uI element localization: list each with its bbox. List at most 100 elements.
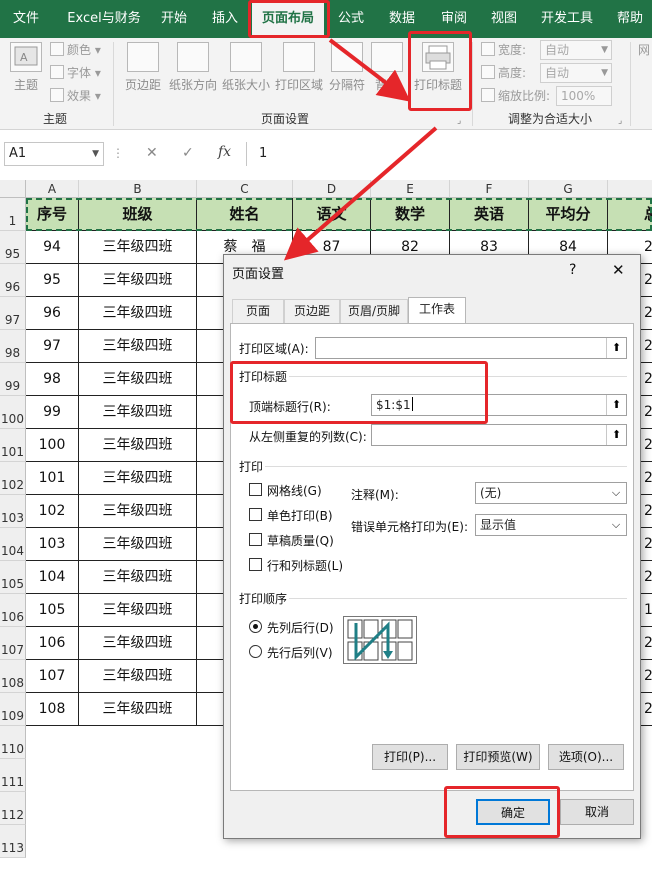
row-header[interactable]: 98: [0, 330, 26, 363]
size-button[interactable]: 纸张大小: [220, 42, 272, 93]
cell[interactable]: 103: [26, 528, 79, 561]
cell-errors-select[interactable]: 显示值 ⌵: [475, 514, 627, 536]
scale-launcher-icon[interactable]: ⌟: [618, 116, 622, 126]
cell[interactable]: 97: [26, 330, 79, 363]
cell[interactable]: 108: [26, 693, 79, 726]
cell[interactable]: 三年级四班: [79, 396, 197, 429]
cell[interactable]: 三年级四班: [79, 231, 197, 264]
cell[interactable]: 105: [26, 594, 79, 627]
cell[interactable]: 三年级四班: [79, 363, 197, 396]
row-header[interactable]: 106: [0, 594, 26, 627]
breaks-button[interactable]: 分隔符: [327, 42, 367, 93]
header-cell[interactable]: 序号: [26, 198, 79, 231]
tab-developer[interactable]: 开发工具: [534, 0, 600, 38]
tab-formulas[interactable]: 公式: [330, 0, 372, 38]
draft-quality-checkbox[interactable]: [249, 533, 262, 546]
formula-input[interactable]: 1: [246, 142, 652, 166]
background-button[interactable]: 背景: [369, 42, 405, 93]
header-cell[interactable]: 平均分: [529, 198, 608, 231]
cols-to-repeat-input[interactable]: ⬆: [371, 424, 627, 446]
row-header[interactable]: 113: [0, 825, 26, 858]
column-header-e[interactable]: E: [371, 180, 450, 198]
fonts-button[interactable]: 字体 ▾: [50, 63, 101, 83]
cell[interactable]: 104: [26, 561, 79, 594]
scale-spinner[interactable]: 100%: [556, 86, 612, 106]
width-select[interactable]: 自动 ▼: [540, 40, 612, 60]
over-then-down-radio[interactable]: [249, 645, 262, 658]
cell[interactable]: 三年级四班: [79, 264, 197, 297]
print-preview-button[interactable]: 打印预览(W): [456, 744, 540, 770]
tab-help[interactable]: 帮助: [608, 0, 652, 38]
cell[interactable]: 三年级四班: [79, 660, 197, 693]
select-all-corner[interactable]: [0, 180, 26, 198]
cell[interactable]: 三年级四班: [79, 297, 197, 330]
column-header-f[interactable]: F: [450, 180, 529, 198]
height-select[interactable]: 自动 ▼: [540, 63, 612, 83]
header-cell[interactable]: 英语: [450, 198, 529, 231]
row-header[interactable]: 107: [0, 627, 26, 660]
cell[interactable]: 三年级四班: [79, 693, 197, 726]
cell[interactable]: 106: [26, 627, 79, 660]
column-header-g[interactable]: G: [529, 180, 608, 198]
cell[interactable]: 95: [26, 264, 79, 297]
tab-margins[interactable]: 页边距: [284, 299, 340, 323]
row-header[interactable]: 103: [0, 495, 26, 528]
row-header[interactable]: 96: [0, 264, 26, 297]
column-header-a[interactable]: A: [26, 180, 79, 198]
cell[interactable]: 三年级四班: [79, 627, 197, 660]
header-cell[interactable]: 姓名: [197, 198, 293, 231]
column-header-b[interactable]: B: [79, 180, 197, 198]
print-area-input[interactable]: ⬆: [315, 337, 627, 359]
margins-button[interactable]: 页边距: [120, 42, 166, 93]
effects-button[interactable]: 效果 ▾: [50, 86, 101, 106]
print-area-button[interactable]: 打印区域: [273, 42, 325, 93]
row-col-headings-checkbox[interactable]: [249, 558, 262, 571]
close-icon[interactable]: ✕: [612, 261, 625, 279]
range-picker-icon[interactable]: ⬆: [606, 395, 626, 415]
cell[interactable]: 三年级四班: [79, 528, 197, 561]
cell[interactable]: 100: [26, 429, 79, 462]
cell[interactable]: 三年级四班: [79, 495, 197, 528]
help-icon[interactable]: ?: [569, 262, 576, 278]
cell[interactable]: 三年级四班: [79, 462, 197, 495]
row-header[interactable]: 101: [0, 429, 26, 462]
tab-file[interactable]: 文件: [0, 0, 52, 38]
row-header[interactable]: 100: [0, 396, 26, 429]
cancel-button[interactable]: 取消: [560, 799, 634, 825]
colors-button[interactable]: 颜色 ▾: [50, 40, 101, 60]
themes-button[interactable]: A 主题: [6, 42, 46, 93]
row-header[interactable]: 102: [0, 462, 26, 495]
gridlines-checkbox[interactable]: [249, 483, 262, 496]
cell[interactable]: 三年级四班: [79, 594, 197, 627]
cell[interactable]: 107: [26, 660, 79, 693]
range-picker-icon[interactable]: ⬆: [606, 425, 626, 445]
column-header-c[interactable]: C: [197, 180, 293, 198]
cancel-entry-icon[interactable]: ✕: [146, 145, 158, 161]
cell[interactable]: 99: [26, 396, 79, 429]
header-cell[interactable]: 语文: [293, 198, 371, 231]
cell[interactable]: 101: [26, 462, 79, 495]
comments-select[interactable]: (无) ⌵: [475, 482, 627, 504]
down-then-over-radio[interactable]: [249, 620, 262, 633]
row-header-1[interactable]: 1: [0, 198, 26, 231]
tab-header-footer[interactable]: 页眉/页脚: [340, 299, 408, 323]
row-header[interactable]: 105: [0, 561, 26, 594]
row-header[interactable]: 97: [0, 297, 26, 330]
tab-view[interactable]: 视图: [482, 0, 526, 38]
header-cell[interactable]: 总: [608, 198, 652, 231]
options-button[interactable]: 选项(O)...: [548, 744, 624, 770]
cell[interactable]: 94: [26, 231, 79, 264]
page-setup-launcher-icon[interactable]: ⌟: [457, 116, 461, 126]
row-header[interactable]: 104: [0, 528, 26, 561]
row-header[interactable]: 95: [0, 231, 26, 264]
tab-insert[interactable]: 插入: [203, 0, 247, 38]
print-button[interactable]: 打印(P)...: [372, 744, 448, 770]
cell[interactable]: 三年级四班: [79, 330, 197, 363]
row-header[interactable]: 109: [0, 693, 26, 726]
header-cell[interactable]: 班级: [79, 198, 197, 231]
row-header[interactable]: 99: [0, 363, 26, 396]
row-header[interactable]: 111: [0, 759, 26, 792]
black-white-checkbox[interactable]: [249, 508, 262, 521]
tab-page[interactable]: 页面: [232, 299, 284, 323]
cell[interactable]: 三年级四班: [79, 429, 197, 462]
